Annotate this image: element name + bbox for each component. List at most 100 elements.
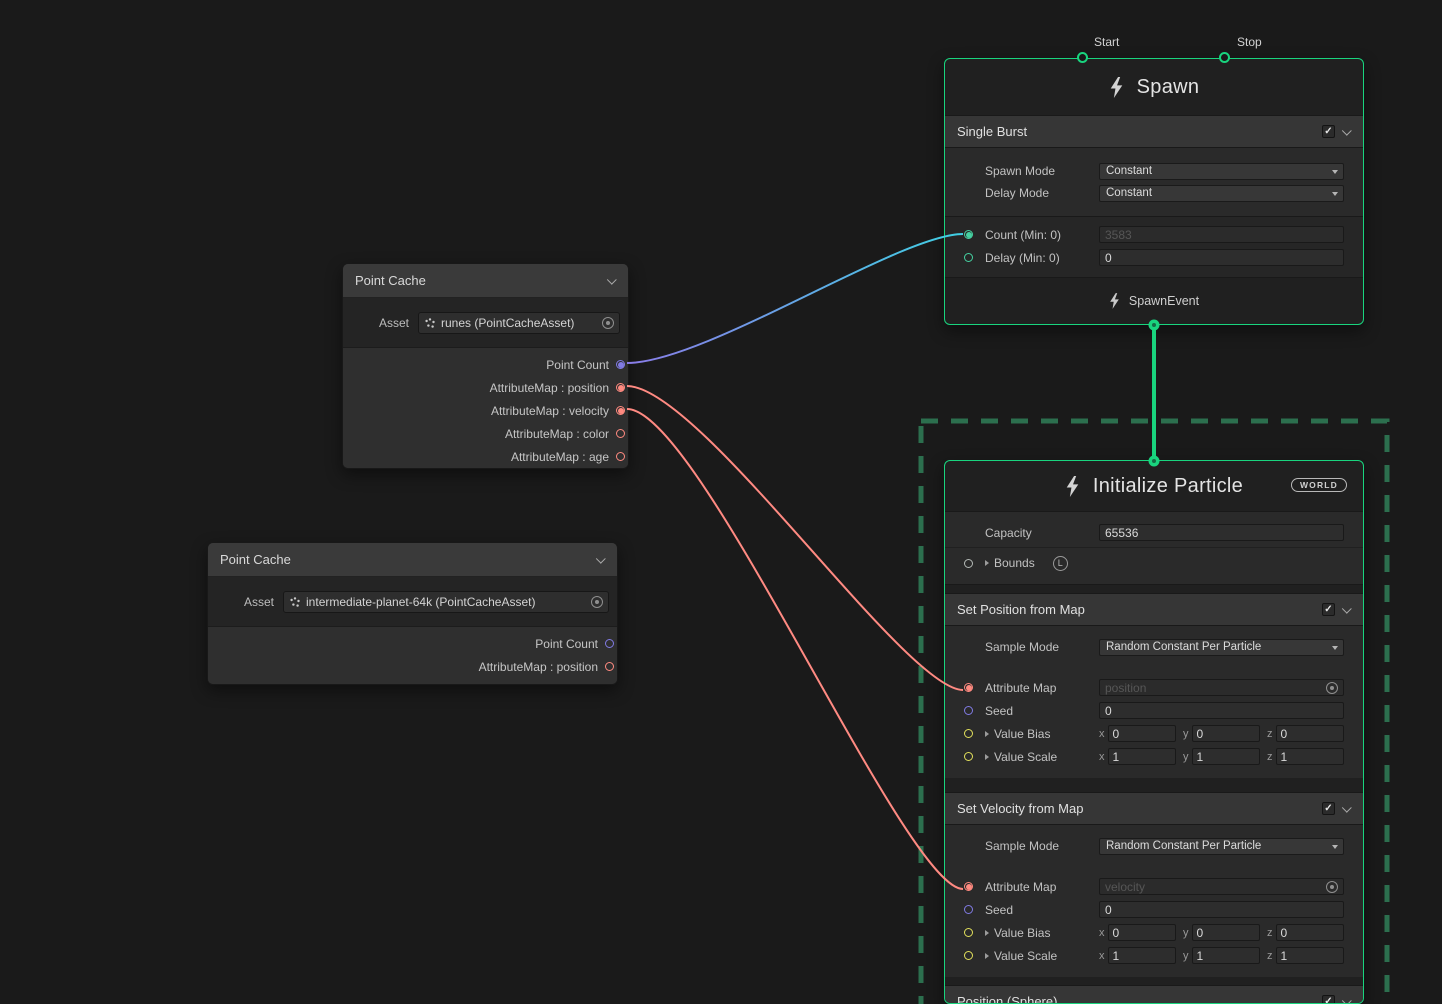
y-field[interactable]: 0 (1192, 725, 1261, 742)
edge-position-map-to-set-position[interactable] (627, 386, 963, 690)
point-cache-title-bar[interactable]: Point Cache (343, 264, 628, 298)
asset-object-field[interactable]: runes (PointCacheAsset) (418, 312, 620, 334)
chevron-down-icon[interactable] (596, 554, 606, 564)
checkbox-checked-icon[interactable]: ✓ (1322, 802, 1335, 815)
point-cache-node-runes[interactable]: Point Cache Asset runes (PointCacheAsset… (342, 263, 629, 469)
count-row: Count (Min: 0) 3583 (945, 223, 1363, 246)
chevron-down-icon[interactable] (1342, 604, 1352, 614)
seed-field[interactable]: 0 (1099, 901, 1344, 918)
capacity-field[interactable]: 65536 (1099, 524, 1344, 541)
node-title: Spawn (1137, 76, 1200, 99)
attribute-map-row: Attribute Map velocity (945, 875, 1363, 898)
spawn-node[interactable]: Spawn Single Burst ✓ Spawn Mode Constant (944, 58, 1364, 325)
seed-input-port[interactable] (964, 905, 973, 914)
point-count-output-port[interactable] (616, 360, 625, 369)
attribute-map-field[interactable]: position (1099, 679, 1344, 696)
foldout-arrow-icon[interactable] (985, 953, 989, 959)
axis-z-label: z (1267, 950, 1273, 962)
dropdown-value: Random Constant Per Particle (1106, 641, 1261, 653)
chevron-down-icon[interactable] (1342, 126, 1352, 136)
spawn-mode-dropdown[interactable]: Constant (1099, 163, 1344, 180)
count-input-port[interactable] (964, 230, 973, 239)
spawn-settings-section: Spawn Mode Constant Delay Mode Constant (945, 148, 1363, 216)
vfx-graph-canvas[interactable]: Start Stop Spawn Single Burst ✓ Spawn Mo… (0, 0, 1442, 1004)
z-field[interactable]: 0 (1276, 725, 1345, 742)
y-field[interactable]: 1 (1192, 947, 1261, 964)
count-field[interactable]: 3583 (1099, 226, 1344, 243)
point-count-output-port[interactable] (605, 639, 614, 648)
block-header[interactable]: Set Velocity from Map ✓ (945, 792, 1363, 825)
attributemap-position-output-port[interactable] (605, 662, 614, 671)
value-scale-input-port[interactable] (964, 951, 973, 960)
z-field[interactable]: 0 (1276, 924, 1345, 941)
point-cache-node-planet[interactable]: Point Cache Asset intermediate-planet-64… (207, 542, 618, 685)
delay-field[interactable]: 0 (1099, 249, 1344, 266)
edge-velocity-map-to-set-velocity[interactable] (627, 409, 963, 889)
world-space-badge[interactable]: WORLD (1291, 478, 1347, 492)
output-label: Point Count (535, 637, 598, 651)
delay-input-port[interactable] (964, 253, 973, 262)
x-field[interactable]: 0 (1108, 725, 1177, 742)
object-picker-icon[interactable] (1326, 881, 1338, 893)
object-picker-icon[interactable] (591, 596, 603, 608)
spawn-start-flow-port[interactable] (1077, 52, 1088, 63)
bounds-label: Bounds (994, 556, 1035, 570)
dropdown-caret-icon (1332, 646, 1338, 650)
checkbox-checked-icon[interactable]: ✓ (1322, 995, 1335, 1004)
edge-point-count-to-spawn-count[interactable] (627, 234, 963, 363)
block-header[interactable]: Set Position from Map ✓ (945, 593, 1363, 626)
value-bias-row: Value Bias x0 y0 z0 (945, 722, 1363, 745)
local-space-icon[interactable]: L (1053, 556, 1068, 571)
x-field[interactable]: 0 (1108, 924, 1177, 941)
spawn-stop-flow-port[interactable] (1219, 52, 1230, 63)
foldout-arrow-icon[interactable] (985, 930, 989, 936)
attributemap-position-output-port[interactable] (616, 383, 625, 392)
attributemap-color-output-port[interactable] (616, 429, 625, 438)
delay-mode-dropdown[interactable]: Constant (1099, 185, 1344, 202)
x-field[interactable]: 1 (1108, 947, 1177, 964)
set-velocity-from-map-block: Set Velocity from Map ✓ Sample Mode Rand… (945, 792, 1363, 977)
value-bias-label: Value Bias (994, 727, 1099, 741)
single-burst-block-header[interactable]: Single Burst ✓ (945, 115, 1363, 148)
z-field[interactable]: 1 (1276, 748, 1345, 765)
object-picker-icon[interactable] (1326, 682, 1338, 694)
lightning-icon (1109, 293, 1120, 309)
value-scale-input-port[interactable] (964, 752, 973, 761)
chevron-down-icon[interactable] (1342, 803, 1352, 813)
axis-z-label: z (1267, 751, 1273, 763)
initialize-particle-node[interactable]: Initialize Particle WORLD Capacity 65536… (944, 460, 1364, 1004)
seed-input-port[interactable] (964, 706, 973, 715)
sample-mode-dropdown[interactable]: Random Constant Per Particle (1099, 639, 1344, 656)
attributemap-velocity-output-port[interactable] (616, 406, 625, 415)
asset-object-field[interactable]: intermediate-planet-64k (PointCacheAsset… (283, 591, 609, 613)
spawn-event-label: SpawnEvent (1129, 294, 1199, 308)
value-scale-row: Value Scale x1 y1 z1 (945, 745, 1363, 768)
position-sphere-block-header[interactable]: Position (Sphere) ✓ (945, 985, 1363, 1004)
attribute-map-input-port[interactable] (964, 683, 973, 692)
object-picker-icon[interactable] (602, 317, 614, 329)
value-bias-input-port[interactable] (964, 928, 973, 937)
chevron-down-icon[interactable] (1342, 996, 1352, 1004)
y-field[interactable]: 1 (1192, 748, 1261, 765)
attribute-map-input-port[interactable] (964, 882, 973, 891)
y-field[interactable]: 0 (1192, 924, 1261, 941)
foldout-arrow-icon[interactable] (985, 731, 989, 737)
z-field[interactable]: 1 (1276, 947, 1345, 964)
checkbox-checked-icon[interactable]: ✓ (1322, 603, 1335, 616)
chevron-down-icon[interactable] (607, 275, 617, 285)
seed-row: Seed 0 (945, 898, 1363, 921)
x-field[interactable]: 1 (1108, 748, 1177, 765)
value-bias-input-port[interactable] (964, 729, 973, 738)
attributemap-age-output-port[interactable] (616, 452, 625, 461)
attribute-map-field[interactable]: velocity (1099, 878, 1344, 895)
sample-mode-label: Sample Mode (985, 640, 1099, 654)
point-cache-title-bar[interactable]: Point Cache (208, 543, 617, 577)
foldout-arrow-icon[interactable] (985, 754, 989, 760)
attribute-map-row: Attribute Map position (945, 676, 1363, 699)
bounds-input-port[interactable] (964, 559, 973, 568)
checkbox-checked-icon[interactable]: ✓ (1322, 125, 1335, 138)
seed-field[interactable]: 0 (1099, 702, 1344, 719)
foldout-arrow-icon[interactable] (985, 560, 989, 566)
value-scale-row: Value Scale x1 y1 z1 (945, 944, 1363, 967)
sample-mode-dropdown[interactable]: Random Constant Per Particle (1099, 838, 1344, 855)
